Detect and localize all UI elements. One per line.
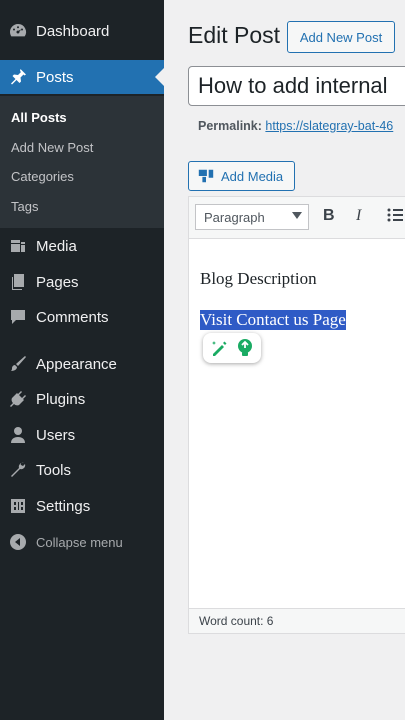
ai-assist-popup <box>203 333 261 363</box>
submenu-add-new-post[interactable]: Add New Post <box>11 140 93 155</box>
user-icon <box>0 425 36 445</box>
plugin-icon <box>0 389 36 409</box>
settings-icon <box>0 496 36 516</box>
media-icon <box>0 236 36 256</box>
page-title: Edit Post <box>188 22 281 48</box>
pages-icon <box>0 272 36 292</box>
format-select[interactable]: Paragraph <box>195 204 309 230</box>
current-menu-arrow <box>155 68 164 86</box>
sidebar-item-media[interactable]: Media <box>0 229 164 263</box>
posts-submenu: All Posts Add New Post Categories Tags <box>0 96 164 228</box>
sidebar-item-label: Posts <box>36 68 74 86</box>
editor-toolbar: Paragraph B I <box>189 197 405 239</box>
lightbulb-icon[interactable] <box>234 337 256 359</box>
collapse-arrow-icon <box>0 532 36 552</box>
editor-status-bar: Word count: 6 <box>189 608 405 633</box>
collapse-menu-button[interactable]: Collapse menu <box>0 525 164 559</box>
sidebar-item-comments[interactable]: Comments <box>0 300 164 334</box>
post-title-input[interactable]: How to add internal <box>188 66 405 106</box>
collapse-menu-label: Collapse menu <box>36 534 123 550</box>
sidebar-item-label: Users <box>36 426 76 444</box>
add-media-button[interactable]: Add Media <box>188 161 295 191</box>
sidebar-item-dashboard[interactable]: Dashboard <box>0 14 164 48</box>
word-count: Word count: 6 <box>199 614 274 628</box>
post-title-text: How to add internal <box>198 73 388 98</box>
permalink-label: Permalink: <box>198 119 262 133</box>
paintbrush-icon <box>0 354 36 374</box>
submenu-all-posts[interactable]: All Posts <box>11 110 67 125</box>
paragraph-selected-link-text: Visit Contact us Page <box>200 310 346 330</box>
italic-button[interactable]: I <box>356 207 361 225</box>
sidebar-item-label: Appearance <box>36 355 117 373</box>
pushpin-icon <box>0 67 36 87</box>
paragraph-blog-description: Blog Description <box>200 269 317 288</box>
bullet-list-button[interactable] <box>387 206 403 229</box>
format-select-value: Paragraph <box>204 209 265 225</box>
sidebar-item-label: Tools <box>36 461 72 479</box>
submenu-categories[interactable]: Categories <box>11 169 74 184</box>
permalink-link[interactable]: https://slategray-bat-46 <box>265 119 393 133</box>
sidebar-item-label: Settings <box>36 497 91 515</box>
sidebar-item-label: Plugins <box>36 390 86 408</box>
comment-icon <box>0 307 36 327</box>
bullet-list-icon <box>387 208 403 222</box>
add-media-label: Add Media <box>221 168 284 184</box>
edit-post-content: Edit Post Add New Post How to add intern… <box>164 0 405 720</box>
add-new-post-button[interactable]: Add New Post <box>287 21 395 53</box>
classic-editor: Paragraph B I Blog Description Visit Con… <box>188 196 405 634</box>
sidebar-item-label: Comments <box>36 308 109 326</box>
sidebar-item-pages[interactable]: Pages <box>0 265 164 299</box>
submenu-tags[interactable]: Tags <box>11 199 38 214</box>
add-media-icon <box>198 169 214 183</box>
sidebar-item-label: Pages <box>36 273 79 291</box>
dashboard-icon <box>0 21 36 41</box>
editor-content-area[interactable]: Blog Description Visit Contact us Page <box>189 239 405 603</box>
admin-sidebar: Dashboard Posts All Posts Add New Post C… <box>0 0 164 720</box>
sidebar-item-appearance[interactable]: Appearance <box>0 347 164 381</box>
chevron-down-icon <box>292 212 302 219</box>
bold-button[interactable]: B <box>323 207 335 225</box>
sidebar-item-posts[interactable]: Posts <box>0 60 164 94</box>
sidebar-item-users[interactable]: Users <box>0 418 164 452</box>
sidebar-item-settings[interactable]: Settings <box>0 489 164 523</box>
wrench-icon <box>0 460 36 480</box>
sidebar-item-label: Media <box>36 237 77 255</box>
sidebar-item-label: Dashboard <box>36 22 110 40</box>
sidebar-item-plugins[interactable]: Plugins <box>0 382 164 416</box>
permalink-row: Permalink: https://slategray-bat-46 <box>198 119 393 133</box>
magic-pencil-icon[interactable] <box>208 337 230 359</box>
sidebar-item-tools[interactable]: Tools <box>0 453 164 487</box>
